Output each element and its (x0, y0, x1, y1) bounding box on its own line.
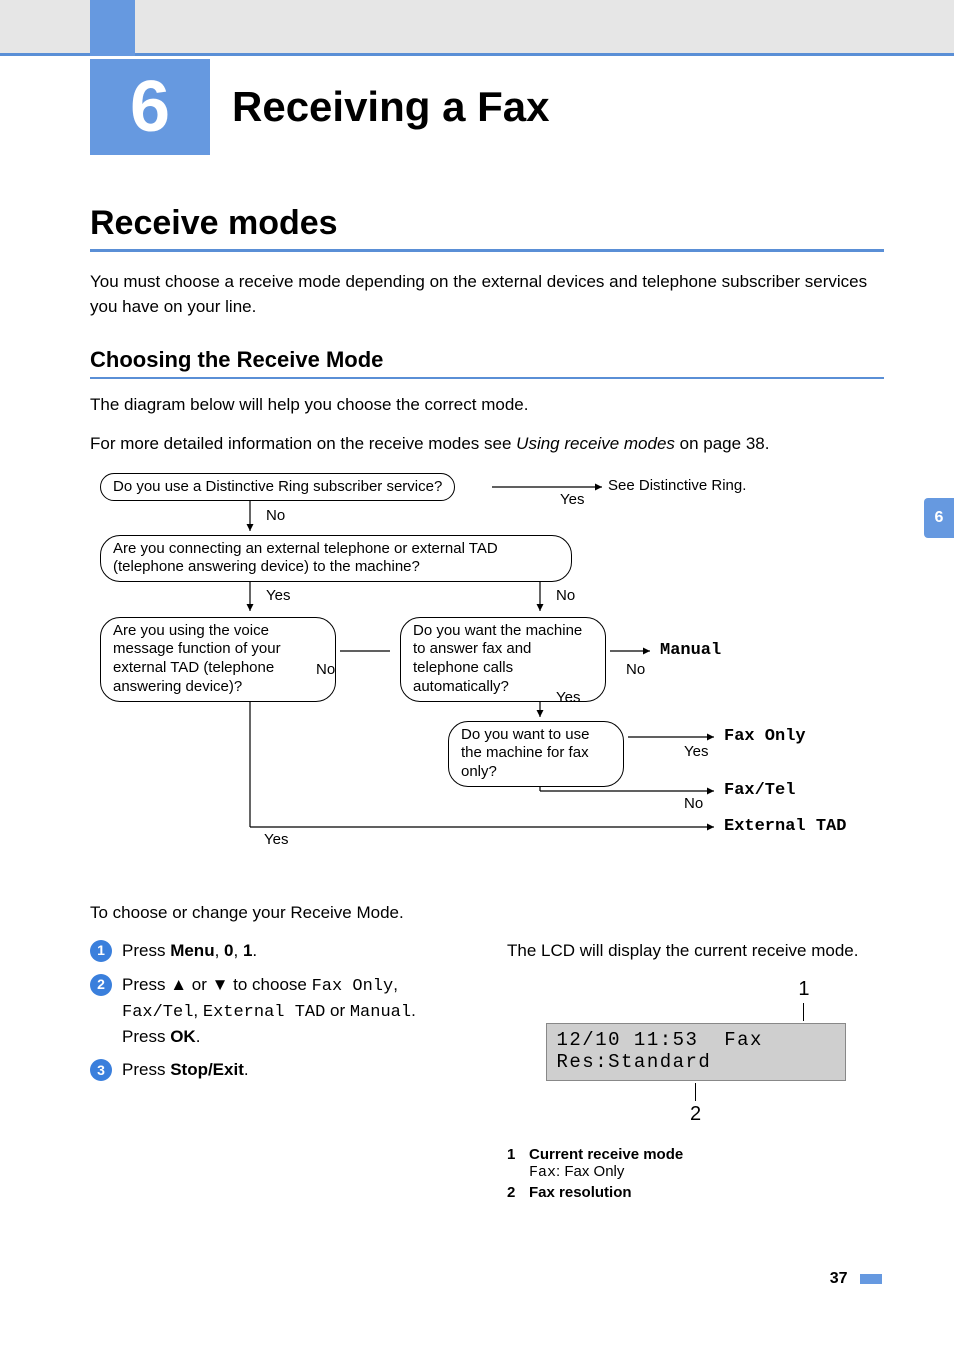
legend-1: 1 Current receive mode Fax: Fax Only (507, 1146, 884, 1181)
lcd-line-2: Res:Standard (557, 1051, 712, 1073)
s3-pre: Press (122, 1060, 170, 1079)
step-3-body: Press Stop/Exit. (122, 1058, 467, 1082)
s1-sep2: , (234, 941, 243, 960)
rightcol-intro: The LCD will display the current receive… (507, 939, 884, 964)
callout-2-line (695, 1083, 696, 1101)
s2-c1: , (393, 975, 398, 994)
s1-pre: Press (122, 941, 170, 960)
result-faxtel: Fax/Tel (724, 781, 795, 800)
s2-ok: OK (170, 1027, 196, 1046)
q1-oval: Do you use a Distinctive Ring subscriber… (100, 473, 455, 502)
s2-end: . (411, 1001, 416, 1020)
lcd-line-1: 12/10 11:53 Fax (557, 1029, 763, 1051)
subsection-p1: The diagram below will help you choose t… (90, 393, 884, 418)
q3-yes-label: Yes (264, 831, 288, 848)
s3-btn: Stop/Exit (170, 1060, 244, 1079)
s2-opt3: External TAD (203, 1003, 325, 1022)
side-tab: 6 (924, 498, 954, 538)
s2-opt2: Fax/Tel (122, 1003, 193, 1022)
s2-opt4: Manual (350, 1003, 411, 1022)
down-arrow-icon: ▼ (212, 975, 229, 994)
callout-1: 1 (798, 978, 809, 1000)
s1-k1: 1 (243, 941, 252, 960)
s1-sep1: , (215, 941, 224, 960)
header-blue-tab (90, 0, 135, 56)
result-faxonly: Fax Only (724, 727, 806, 746)
lcd-wrap: 1 12/10 11:53 Fax Res:Standard 2 (546, 978, 846, 1126)
callout-1-line (803, 1003, 804, 1021)
legend-1-num: 1 (507, 1146, 529, 1181)
legend-1-code: Fax (529, 1164, 556, 1181)
subsection-p2: For more detailed information on the rec… (90, 432, 884, 457)
result-manual: Manual (660, 641, 721, 660)
q2-oval: Are you connecting an external telephone… (100, 535, 572, 583)
step-1-body: Press Menu, 0, 1. (122, 939, 467, 963)
subsection-title: Choosing the Receive Mode (90, 347, 884, 379)
left-column: 1 Press Menu, 0, 1. 2 Press ▲ or ▼ to ch… (90, 939, 467, 1203)
p2-pre: For more detailed information on the rec… (90, 434, 516, 453)
s2-mid: or (187, 975, 212, 994)
s2-press: Press (122, 1027, 170, 1046)
s2-or: or (325, 1001, 350, 1020)
chapter-number-box: 6 (90, 59, 210, 155)
legend-1-desc: : Fax Only (556, 1163, 624, 1180)
page-content: Receive modes You must choose a receive … (90, 190, 884, 1204)
right-column: The LCD will display the current receive… (507, 939, 884, 1203)
page-number: 37 (830, 1270, 882, 1288)
q1-no-label: No (266, 507, 285, 524)
steps-intro: To choose or change your Receive Mode. (90, 901, 884, 926)
q1-yes-label: Yes (560, 491, 584, 508)
step-3: 3 Press Stop/Exit. (90, 1058, 467, 1082)
legend-2: 2 Fax resolution (507, 1184, 884, 1201)
legend-2-title: Fax resolution (529, 1184, 632, 1201)
q5-oval: Do you want to use the machine for fax o… (448, 721, 624, 787)
s2-post: to choose (228, 975, 311, 994)
s2-opt1: Fax Only (312, 977, 394, 996)
page-number-accent (860, 1274, 882, 1284)
two-column-row: 1 Press Menu, 0, 1. 2 Press ▲ or ▼ to ch… (90, 939, 884, 1203)
lcd-screen: 12/10 11:53 Fax Res:Standard (546, 1023, 846, 1081)
step-3-bullet: 3 (90, 1059, 112, 1081)
legend-1-title: Current receive mode (529, 1146, 683, 1163)
s2-pend: . (196, 1027, 201, 1046)
s1-menu: Menu (170, 941, 214, 960)
result-exttad: External TAD (724, 817, 846, 836)
chapter-title: Receiving a Fax (232, 83, 549, 131)
q3-oval: Are you using the voice message function… (100, 617, 336, 702)
s1-k0: 0 (224, 941, 233, 960)
step-2-bullet: 2 (90, 974, 112, 996)
q5-no-label: No (684, 795, 703, 812)
s2-pre: Press (122, 975, 170, 994)
step-2-body: Press ▲ or ▼ to choose Fax Only, Fax/Tel… (122, 973, 467, 1048)
legend-2-num: 2 (507, 1184, 529, 1201)
up-arrow-icon: ▲ (170, 975, 187, 994)
step-1-bullet: 1 (90, 940, 112, 962)
section-title: Receive modes (90, 204, 884, 252)
q2-yes-label: Yes (266, 587, 290, 604)
p2-link: Using receive modes (516, 434, 675, 453)
q4-yes-label: Yes (556, 689, 580, 706)
step-2: 2 Press ▲ or ▼ to choose Fax Only, Fax/T… (90, 973, 467, 1048)
s3-end: . (244, 1060, 249, 1079)
s1-end: . (252, 941, 257, 960)
header-stripe (0, 0, 954, 56)
p2-post: on page 38. (675, 434, 770, 453)
q3-no-label: No (316, 661, 335, 678)
s2-c2: , (193, 1001, 202, 1020)
step-1: 1 Press Menu, 0, 1. (90, 939, 467, 963)
callout-2: 2 (690, 1103, 701, 1125)
q4-no-label: No (626, 661, 645, 678)
section-intro: You must choose a receive mode depending… (90, 270, 884, 319)
page-number-value: 37 (830, 1270, 848, 1287)
q1-result: See Distinctive Ring. (608, 477, 746, 494)
q5-yes-label: Yes (684, 743, 708, 760)
q2-no-label: No (556, 587, 575, 604)
chapter-header: 6 Receiving a Fax (90, 59, 549, 155)
flowchart-diagram: Do you use a Distinctive Ring subscriber… (90, 471, 880, 861)
legend-1-body: Current receive mode Fax: Fax Only (529, 1146, 683, 1181)
